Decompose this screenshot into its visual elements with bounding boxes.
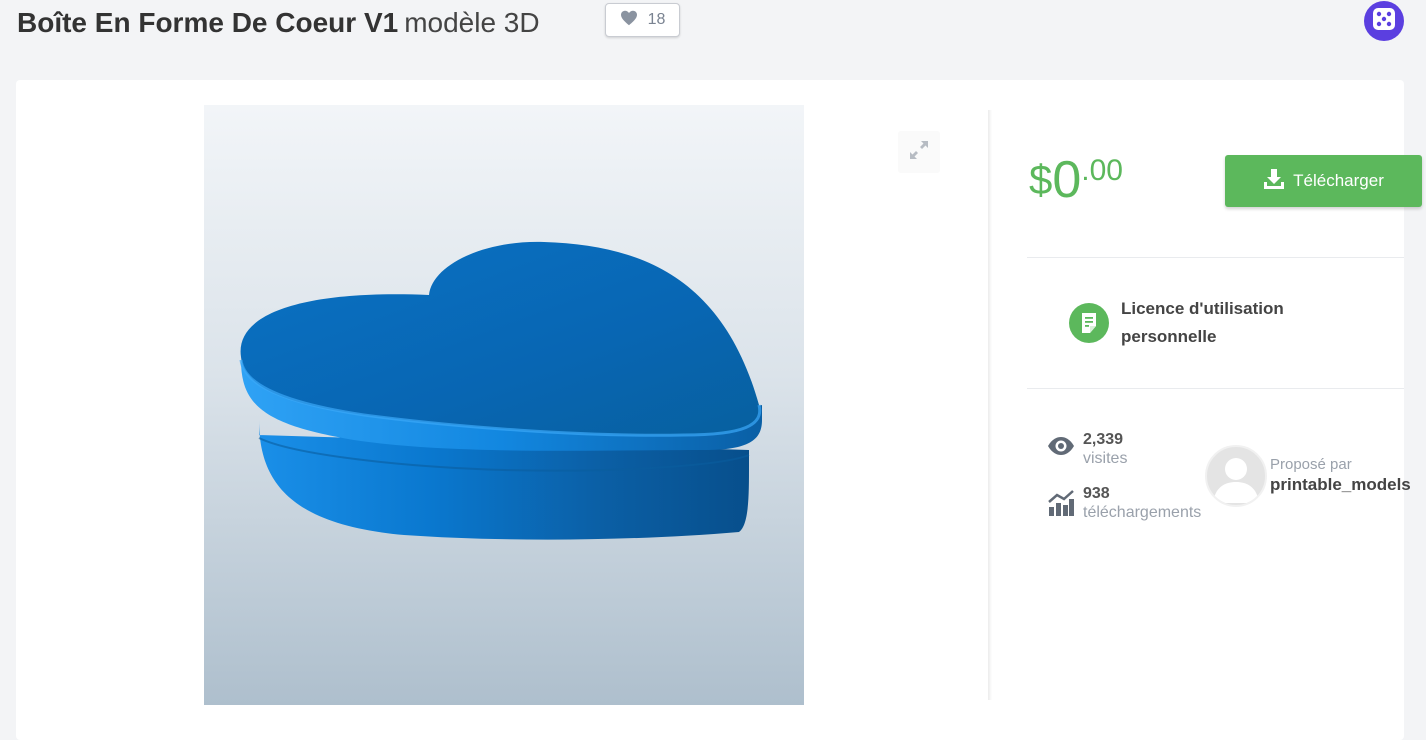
document-icon (1069, 303, 1109, 343)
license-line-1: Licence d'utilisation (1121, 299, 1284, 318)
chart-icon (1048, 490, 1074, 521)
like-button[interactable]: 18 (605, 3, 680, 37)
download-icon (1263, 168, 1285, 195)
price-display: $0.00 (1029, 150, 1123, 210)
downloads-count: 938 (1083, 485, 1110, 502)
views-label: visites (1083, 450, 1128, 467)
license-line-2: personnelle (1121, 327, 1217, 346)
page-header: Boîte En Forme De Coeur V1 modèle 3D 18 (0, 0, 1426, 60)
panel-divider (988, 110, 992, 700)
model-name: Boîte En Forme De Coeur V1 (17, 7, 399, 38)
fullscreen-button[interactable] (898, 131, 940, 173)
divider (1027, 257, 1404, 258)
eye-icon (1047, 436, 1075, 461)
license-link[interactable]: Licence d'utilisation personnelle (1121, 295, 1321, 351)
divider (1027, 388, 1404, 389)
expand-icon (908, 139, 930, 166)
author-info: Proposé par printable_models (1270, 456, 1411, 496)
avatar[interactable] (1205, 445, 1267, 507)
download-button[interactable]: Télécharger (1225, 155, 1422, 207)
price-currency: $ (1029, 156, 1053, 203)
heart-icon (620, 10, 638, 31)
model-card: $0.00 Télécharger Licence d'utilisation … (16, 80, 1422, 740)
downloads-label: téléchargements (1083, 504, 1202, 521)
views-stat: 2,339 visites (1083, 430, 1127, 468)
downloads-stat: 938 téléchargements (1083, 484, 1201, 522)
model-type-label: modèle 3D (404, 7, 540, 38)
views-count: 2,339 (1083, 431, 1124, 448)
like-count: 18 (647, 11, 666, 28)
page-title: Boîte En Forme De Coeur V1 modèle 3D (17, 5, 540, 41)
price-integer: 0 (1052, 151, 1082, 209)
proposed-by-label: Proposé par (1270, 456, 1352, 473)
dice-icon (1372, 7, 1396, 36)
random-model-button[interactable] (1364, 1, 1404, 41)
download-label: Télécharger (1293, 171, 1384, 190)
price-decimal: .00 (1081, 154, 1123, 187)
author-username[interactable]: printable_models (1270, 474, 1411, 496)
heart-box-model-image (239, 241, 762, 540)
model-3d-viewer[interactable] (204, 105, 804, 705)
